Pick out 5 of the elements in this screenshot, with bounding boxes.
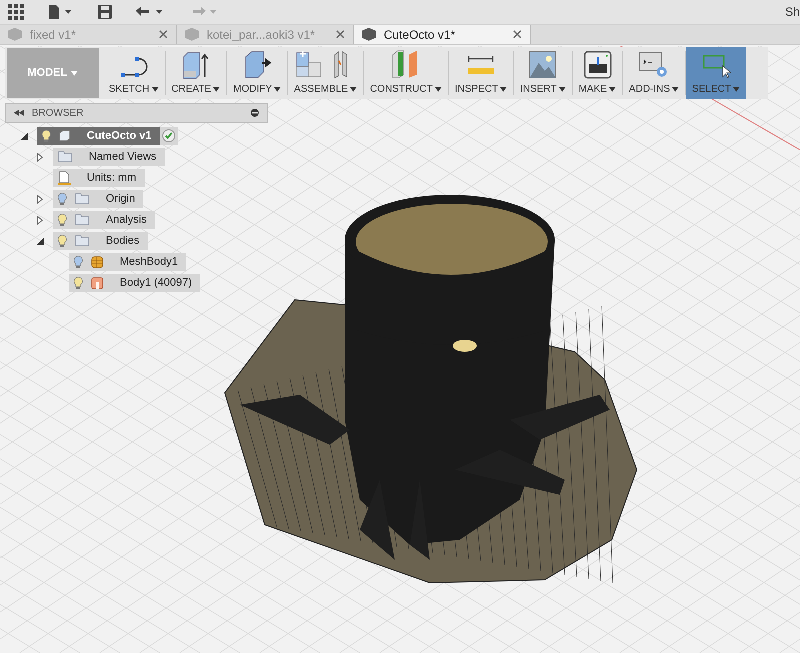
tab-label: fixed v1* [30,26,78,44]
browser-title: BROWSER [32,106,84,120]
tab-label: kotei_par...aoki3 v1* [207,26,316,44]
user-name-text: Sh [785,4,800,21]
tab-label: CuteOcto v1* [384,26,456,44]
